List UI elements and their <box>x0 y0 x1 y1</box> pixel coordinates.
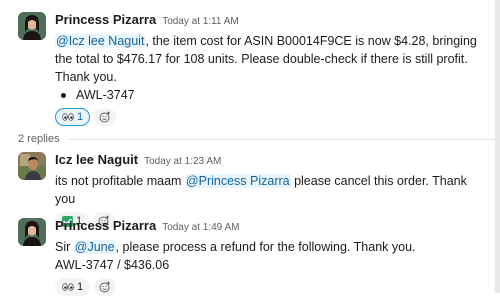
add-emoji-icon <box>99 281 111 293</box>
user-mention[interactable]: @Princess Pizarra <box>184 174 291 188</box>
list-item: AWL-3747 <box>55 86 485 104</box>
avatar[interactable] <box>18 12 46 40</box>
message-text: Sir @June, please process a refund for t… <box>55 240 416 272</box>
avatar[interactable] <box>18 218 46 246</box>
divider <box>67 138 496 140</box>
timestamp[interactable]: Today at 1:11 AM <box>162 16 239 27</box>
bullet-icon <box>61 92 66 98</box>
author-name[interactable]: Princess Pizarra <box>55 12 156 27</box>
eyes-icon <box>62 113 74 121</box>
reactions: 1 <box>55 278 485 296</box>
replies-count: 2 replies <box>18 133 60 145</box>
thread-replies-divider: 2 replies <box>18 133 496 145</box>
reaction-count: 1 <box>77 281 84 293</box>
scrollbar[interactable] <box>495 0 500 293</box>
user-mention[interactable]: @Icz lee Naguit <box>55 34 146 48</box>
add-emoji-icon <box>99 111 111 123</box>
add-reaction-button[interactable] <box>94 278 117 296</box>
author-name[interactable]: Icz lee Naguit <box>55 152 138 167</box>
reaction-eyes[interactable]: 1 <box>55 278 91 296</box>
user-mention[interactable]: @June <box>73 240 116 254</box>
avatar[interactable] <box>18 152 46 180</box>
message-text: its not profitable maam @Princess Pizarr… <box>55 174 467 206</box>
timestamp[interactable]: Today at 1:49 AM <box>162 222 239 233</box>
refund-line: AWL-3747 / $436.06 <box>55 258 170 272</box>
reaction-eyes[interactable]: 1 <box>55 108 91 126</box>
eyes-icon <box>62 283 74 291</box>
reaction-count: 1 <box>77 111 84 123</box>
message-text: @Icz lee Naguit, the item cost for ASIN … <box>55 34 477 84</box>
reactions: 1 <box>55 108 485 126</box>
timestamp[interactable]: Today at 1:23 AM <box>144 156 221 167</box>
add-reaction-button[interactable] <box>94 108 117 126</box>
author-name[interactable]: Princess Pizarra <box>55 218 156 233</box>
